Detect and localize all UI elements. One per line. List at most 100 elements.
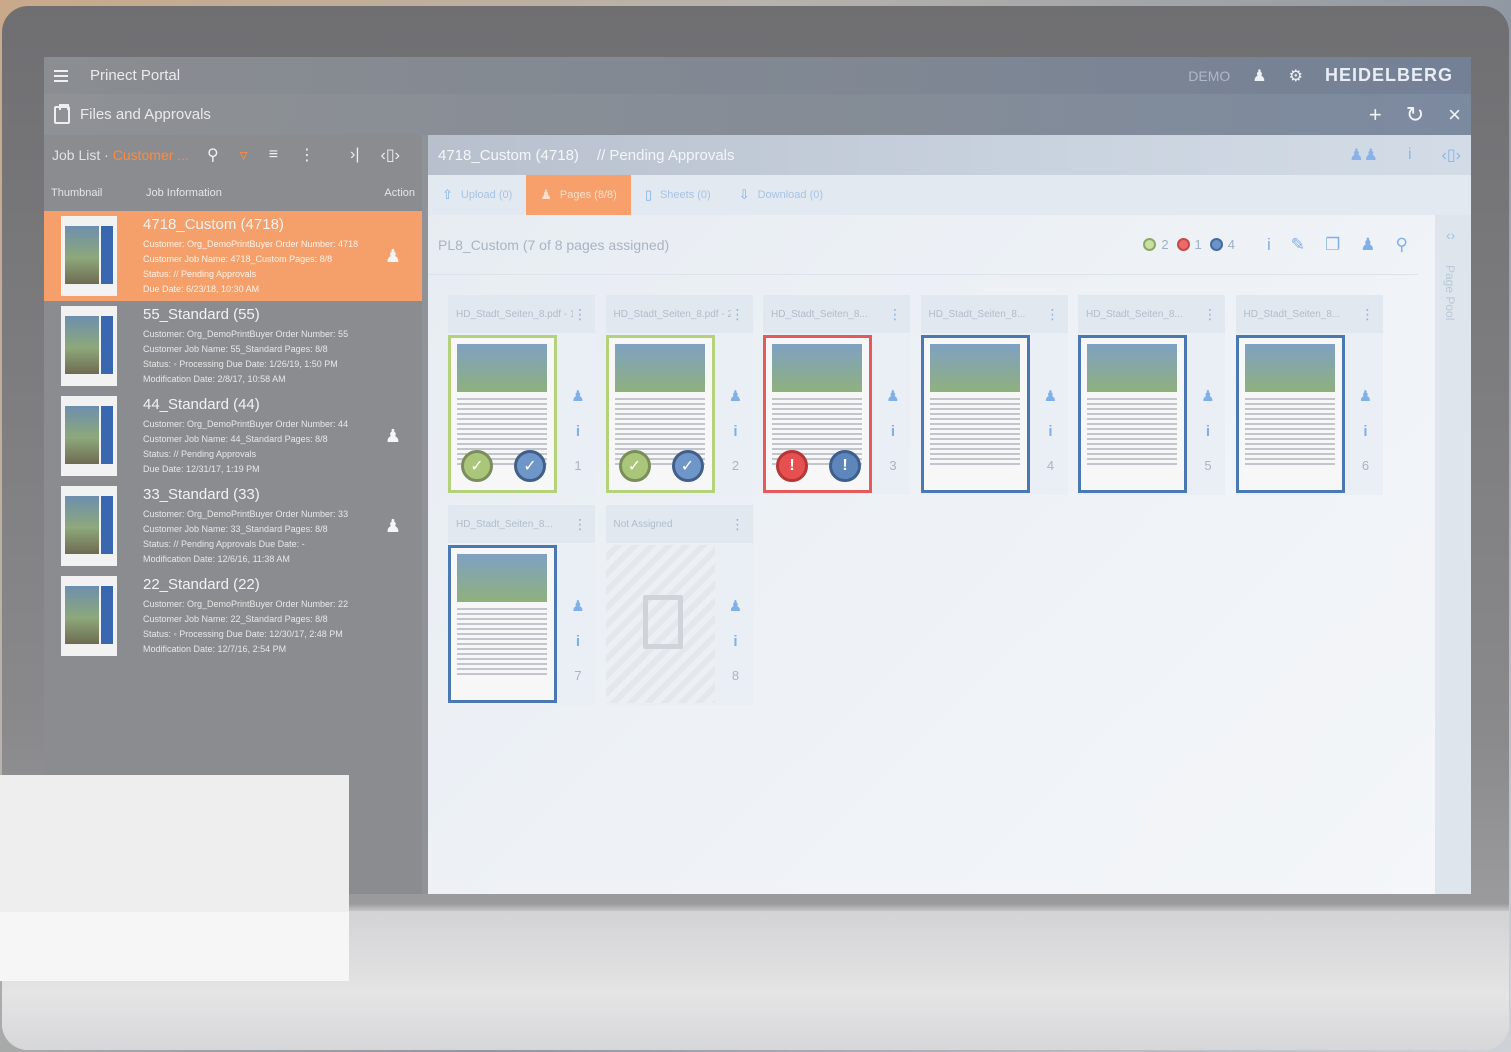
refresh-icon[interactable]: ↻ (1406, 103, 1424, 126)
app-screen: Prinect Portal DEMO ♟ ⚙ HEIDELBERG Files… (44, 57, 1471, 894)
plus-icon[interactable]: + (1369, 103, 1382, 126)
job-row[interactable]: 22_Standard (22) Customer: Org_DemoPrintB… (44, 571, 422, 661)
page-thumbnail[interactable]: ✓ ✓ (448, 335, 557, 493)
job-row[interactable]: 4718_Custom (4718) Customer: Org_DemoPrin… (44, 211, 422, 301)
info-icon[interactable]: i (733, 633, 737, 650)
expand-icon[interactable]: ‹▯› (381, 145, 400, 165)
approver-icon[interactable]: ♟ (729, 387, 742, 405)
info-icon[interactable]: i (891, 423, 895, 440)
page-thumbnail[interactable] (1078, 335, 1187, 493)
job-list-column-headers: Thumbnail Job Information Action (44, 175, 422, 211)
document-copy-icon[interactable]: ❐ (1325, 235, 1340, 255)
job-detail-line: Customer: Org_DemoPrintBuyer Order Numbe… (143, 598, 349, 609)
info-icon[interactable]: i (733, 423, 737, 440)
download-icon: ⇩ (738, 187, 750, 202)
approve-action-icon[interactable]: ♟ (364, 516, 422, 537)
page-thumbnail[interactable] (448, 545, 557, 703)
info-icon[interactable]: i (1408, 146, 1412, 164)
job-list-filter[interactable]: Customer ... (113, 147, 189, 163)
page-card[interactable]: HD_Stadt_Seiten_8.pdf - 2 ⋮ ✓ ✓ ♟ i 2 (605, 295, 753, 495)
job-row[interactable]: 33_Standard (33) Customer: Org_DemoPrintB… (44, 481, 422, 571)
job-detail-line: Due Date: 6/23/18, 10:30 AM (143, 283, 260, 294)
tab-pages[interactable]: ♟ Pages (8/8) (526, 175, 631, 215)
job-detail-line: Status: // Pending Approvals (143, 268, 257, 279)
page-menu-icon[interactable]: ⋮ (731, 516, 745, 533)
page-menu-icon[interactable]: ⋮ (1203, 306, 1217, 323)
search-icon[interactable]: ⚲ (207, 145, 219, 165)
info-icon[interactable]: i (1267, 235, 1271, 255)
page-thumbnail[interactable]: ✓ ✓ (605, 335, 715, 493)
tab-label: Pages (8/8) (559, 189, 617, 201)
job-title: 22_Standard (22) (143, 575, 260, 593)
menu-icon[interactable] (54, 69, 68, 82)
approver-icon[interactable]: ♟ (1359, 387, 1372, 405)
page-menu-icon[interactable]: ⋮ (1361, 306, 1375, 323)
approver-icon[interactable]: ♟ (729, 597, 742, 615)
approver-icon[interactable]: ♟ (1201, 387, 1214, 405)
job-row[interactable]: 55_Standard (55) Customer: Org_DemoPrintB… (44, 301, 422, 391)
approver-icon[interactable]: ♟ (1360, 235, 1375, 255)
info-icon[interactable]: i (1363, 423, 1367, 440)
page-thumbnail[interactable] (1235, 335, 1345, 493)
job-detail-line: Due Date: 12/31/17, 1:19 PM (143, 463, 260, 474)
filter-icon[interactable]: ▿ (240, 145, 248, 165)
approver-icon[interactable]: ♟ (571, 387, 584, 405)
page-card[interactable]: HD_Stadt_Seiten_8... ⋮ ♟ i 4 (920, 295, 1068, 495)
empty-page-icon (642, 595, 683, 649)
page-menu-icon[interactable]: ⋮ (888, 306, 902, 323)
job-thumbnail (61, 486, 117, 566)
page-pool-label[interactable]: Page Pool (1443, 265, 1457, 320)
tab-sheets[interactable]: ▯ Sheets (0) (631, 175, 725, 215)
page-menu-icon[interactable]: ⋮ (731, 306, 745, 323)
job-detail-line: Customer Job Name: 22_Standard Pages: 8/… (143, 613, 328, 624)
page-card[interactable]: HD_Stadt_Seiten_8... ⋮ !! ♟ i 3 (763, 295, 910, 495)
approver-icon[interactable]: ♟ (571, 597, 584, 615)
approve-action-icon[interactable]: ♟ (364, 246, 422, 267)
page-card[interactable]: HD_Stadt_Seiten_8.pdf - 1 ⋮ ✓ ✓ ♟ i 1 (448, 295, 595, 495)
job-thumbnail (61, 576, 117, 656)
close-icon[interactable]: × (1448, 103, 1461, 126)
job-row[interactable]: 44_Standard (44) Customer: Org_DemoPrintB… (44, 391, 422, 481)
pending-alert-icon: ! (829, 450, 861, 482)
info-icon[interactable]: i (576, 423, 580, 440)
page-menu-icon[interactable]: ⋮ (1046, 306, 1060, 323)
info-icon[interactable]: i (576, 633, 580, 650)
job-detail-line: Status: // Pending Approvals (143, 448, 257, 459)
overlay-box (0, 775, 349, 912)
zoom-icon[interactable]: ⚲ (1396, 235, 1408, 255)
approve-action-icon[interactable]: ♟ (364, 426, 422, 447)
page-card[interactable]: HD_Stadt_Seiten_8... ⋮ ♟ i 6 (1235, 295, 1383, 495)
page-card-header: Not Assigned ⋮ (605, 505, 753, 543)
tab-download[interactable]: ⇩ Download (0) (725, 175, 837, 215)
section-bar: Files and Approvals + ↻ × (44, 94, 1471, 135)
page-actions: ♟ i 3 (876, 335, 910, 493)
job-thumbnail (61, 306, 117, 386)
job-detail-line: Customer: Org_DemoPrintBuyer Order Numbe… (143, 238, 359, 249)
page-card-header: HD_Stadt_Seiten_8.pdf - 1 ⋮ (448, 295, 595, 333)
tab-upload[interactable]: ⇧ Upload (0) (428, 175, 526, 215)
page-menu-icon[interactable]: ⋮ (573, 306, 587, 323)
page-card[interactable]: HD_Stadt_Seiten_8... ⋮ ♟ i 7 (448, 505, 595, 705)
sort-icon[interactable]: ≡ (269, 146, 278, 164)
panel-toggle-icon[interactable]: ‹▯› (1442, 145, 1461, 165)
document-edit-icon[interactable]: ✎ (1291, 235, 1305, 255)
users-icon[interactable]: ♟♟ (1349, 145, 1378, 165)
status-legend: 2 1 4 (1135, 237, 1235, 252)
approver-icon[interactable]: ♟ (886, 387, 899, 405)
page-number: 6 (1361, 458, 1370, 473)
page-card[interactable]: Not Assigned ⋮ ♟ i 8 (605, 505, 753, 705)
page-thumbnail[interactable] (605, 545, 715, 703)
info-icon[interactable]: i (1048, 423, 1052, 440)
user-icon[interactable]: ♟ (1252, 66, 1266, 86)
page-pool-toggle-icon[interactable]: ‹› (1446, 227, 1455, 243)
page-thumbnail[interactable] (920, 335, 1030, 493)
collapse-icon[interactable]: ›| (350, 146, 359, 164)
gear-icon[interactable]: ⚙ (1289, 66, 1303, 86)
more-icon[interactable]: ⋮ (299, 145, 315, 165)
page-card[interactable]: HD_Stadt_Seiten_8... ⋮ ♟ i 5 (1078, 295, 1225, 495)
page-thumbnail[interactable]: !! (763, 335, 872, 493)
approver-icon[interactable]: ♟ (1044, 387, 1057, 405)
page-menu-icon[interactable]: ⋮ (573, 516, 587, 533)
info-icon[interactable]: i (1206, 423, 1210, 440)
job-title: 4718_Custom (4718) (143, 215, 284, 233)
